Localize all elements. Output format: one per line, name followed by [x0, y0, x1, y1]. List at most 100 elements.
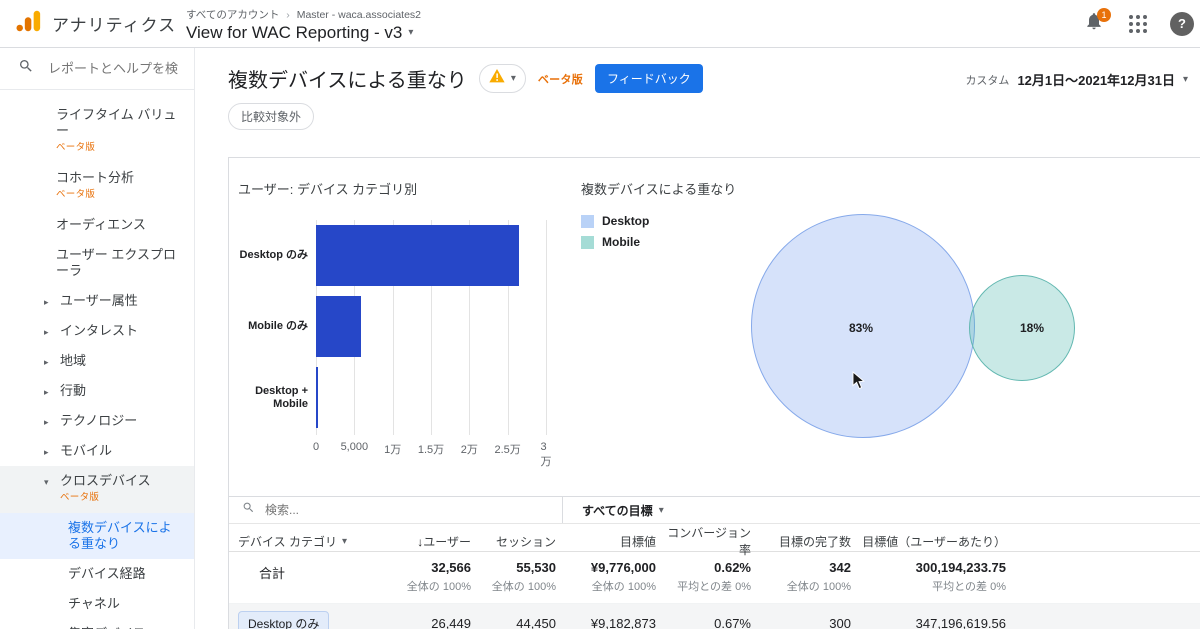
beta-badge: ベータ版 — [537, 73, 584, 86]
breadcrumb-account[interactable]: すべてのアカウント — [186, 9, 279, 21]
view-title: View for WAC Reporting - v3 — [186, 22, 403, 42]
total-sessions: 55,530 全体の 100% — [491, 560, 556, 593]
analytics-app: アナリティクス すべてのアカウント › Master - waca.associ… — [0, 0, 1200, 629]
feedback-button[interactable]: フィードバック — [595, 64, 703, 93]
sidebar-search-input[interactable] — [48, 61, 178, 76]
search-icon — [18, 58, 34, 79]
column-header-goal-completions[interactable]: 目標の完了数 — [753, 533, 853, 550]
sidebar-item-technology[interactable]: ▸ テクノロジー — [0, 406, 194, 436]
sidebar-item-device-paths[interactable]: デバイス経路 — [0, 559, 194, 589]
account-area: すべてのアカウント › Master - waca.associates2 Vi… — [186, 5, 1082, 43]
bar-desktop-only[interactable] — [316, 225, 519, 286]
sidebar-item-cohort[interactable]: コホート分析 ベータ版 — [0, 163, 194, 210]
search-icon — [242, 501, 255, 519]
sidebar-item-device-overlap[interactable]: 複数デバイスによる重なり — [0, 513, 194, 559]
chip-row: 比較対象外 — [195, 93, 1200, 130]
chevron-right-icon: ▸ — [44, 447, 49, 457]
warning-icon — [489, 69, 505, 88]
apps-grid-icon — [1129, 14, 1147, 33]
sidebar-item-user-explorer[interactable]: ユーザー エクスプローラ — [0, 240, 194, 286]
column-header-sessions[interactable]: セッション — [473, 533, 558, 550]
column-header-goal-value-per-user[interactable]: 目標値（ユーザーあたり） — [853, 533, 1008, 550]
cell-conversion-rate: 0.67% — [714, 616, 751, 629]
table-search-input[interactable] — [265, 503, 465, 517]
sidebar-item-cross-device[interactable]: ▾ クロスデバイス ベータ版 — [0, 466, 194, 513]
table-header-row: デバイス カテゴリ ▾ ↓ユーザー セッション 目標値 コンバージョン率 目標の… — [229, 524, 1200, 557]
logo[interactable]: アナリティクス — [0, 10, 186, 37]
chevron-right-icon: ▸ — [44, 387, 49, 397]
x-tick: 1.5万 — [417, 444, 445, 456]
apps-grid-button[interactable] — [1126, 12, 1150, 36]
bar-mobile-only[interactable] — [316, 296, 361, 357]
beta-badge: ベータ版 — [56, 189, 96, 200]
goal-filter-dropdown[interactable]: すべての目標 ▾ — [563, 497, 664, 523]
nav-label: 複数デバイスによる重なり — [68, 520, 172, 551]
sidebar: ライフタイム バリュー ベータ版 コホート分析 ベータ版 オーディエンス ユーザ… — [0, 48, 195, 629]
column-header-goal-value[interactable]: 目標値 — [558, 533, 658, 550]
nav-label: ライフタイム バリュー — [56, 107, 177, 138]
sidebar-item-acquisition-device[interactable]: 集客デバイス — [0, 619, 194, 629]
date-range-selector[interactable]: カスタム 12月1日〜2021年12月31日 ▾ — [965, 70, 1188, 89]
total-label: 合計 — [259, 566, 286, 581]
nav-label: 地域 — [60, 353, 87, 368]
table-row-desktop-only[interactable]: Desktop のみ 26,449 44,450 ¥9,182,873 0.67… — [229, 604, 1200, 629]
device-chip[interactable]: Desktop のみ — [238, 611, 330, 629]
nav-label: オーディエンス — [56, 217, 146, 232]
data-warning-dropdown[interactable]: ▾ — [478, 64, 526, 93]
topbar-actions: 1 ? — [1082, 7, 1200, 36]
sidebar-item-geo[interactable]: ▸ 地域 — [0, 346, 194, 376]
breadcrumb-property[interactable]: Master - waca.associates2 — [297, 9, 421, 21]
sidebar-item-lifetime-value[interactable]: ライフタイム バリュー ベータ版 — [0, 100, 194, 163]
nav-label: インタレスト — [60, 323, 139, 338]
nav-label: テクノロジー — [60, 413, 138, 428]
bar-row: Desktop + Mobile — [238, 362, 568, 433]
nav-label: チャネル — [68, 596, 120, 611]
sidebar-item-audience[interactable]: オーディエンス — [0, 210, 194, 240]
sidebar-item-behavior[interactable]: ▸ 行動 — [0, 376, 194, 406]
x-tick: 2万 — [460, 444, 478, 456]
nav-label: コホート分析 — [56, 170, 135, 185]
beta-badge: ベータ版 — [56, 142, 96, 153]
column-header-users[interactable]: ↓ユーザー — [403, 533, 473, 550]
bar-row: Desktop のみ — [238, 220, 568, 291]
total-goal-completions: 342 全体の 100% — [786, 560, 851, 593]
table-search[interactable] — [229, 497, 563, 523]
bar-desktop-mobile[interactable] — [316, 367, 319, 428]
cell-goal-value-per-user: 347,196,619.56 — [915, 616, 1006, 629]
sidebar-search[interactable] — [0, 48, 194, 90]
report-nav: ライフタイム バリュー ベータ版 コホート分析 ベータ版 オーディエンス ユーザ… — [0, 90, 194, 629]
chevron-down-icon: ▾ — [510, 73, 516, 84]
goal-filter-label: すべての目標 — [582, 503, 653, 518]
venn-chart-title: 複数デバイスによる重なり — [581, 182, 737, 197]
breadcrumb-separator-icon: › — [286, 8, 290, 21]
comparison-chip[interactable]: 比較対象外 — [228, 103, 315, 130]
sidebar-item-channels[interactable]: チャネル — [0, 589, 194, 619]
notification-badge: 1 — [1097, 7, 1111, 22]
sidebar-item-interests[interactable]: ▸ インタレスト — [0, 316, 194, 346]
column-header-conversion-rate[interactable]: コンバージョン率 — [658, 524, 753, 558]
bar-category-label: Mobile のみ — [248, 320, 308, 332]
help-button[interactable]: ? — [1170, 11, 1194, 36]
sidebar-item-demographics[interactable]: ▸ ユーザー属性 — [0, 286, 194, 316]
bar-chart-plot: Desktop のみ Mobile のみ Desktop + Mobile — [238, 220, 568, 435]
column-header-device-category[interactable]: デバイス カテゴリ ▾ — [229, 533, 403, 550]
top-bar: アナリティクス すべてのアカウント › Master - waca.associ… — [0, 0, 1200, 48]
chevron-down-icon: ▾ — [658, 504, 664, 516]
x-tick: 1万 — [384, 444, 402, 456]
legend-label: Desktop — [602, 214, 650, 228]
cell-goal-completions: 300 — [829, 616, 851, 629]
help-icon: ? — [1170, 11, 1194, 36]
chevron-down-icon: ▾ — [341, 535, 348, 547]
notifications-button[interactable]: 1 — [1082, 7, 1111, 36]
view-selector[interactable]: View for WAC Reporting - v3 ▾ — [186, 23, 1082, 43]
page-title: 複数デバイスによる重なり — [228, 70, 467, 92]
bar-chart-title: ユーザー: デバイス カテゴリ別 — [238, 182, 418, 197]
sidebar-item-mobile[interactable]: ▸ モバイル — [0, 436, 194, 466]
chevron-right-icon: ▸ — [44, 297, 49, 307]
table-total-row: 合計 32,566 全体の 100% 55,530 全体の 100% ¥9,77… — [229, 552, 1200, 604]
mouse-cursor-icon — [852, 371, 865, 395]
nav-label: クロスデバイス — [60, 473, 151, 488]
page-header: 複数デバイスによる重なり ▾ ベータ版 フィードバック カスタム 12月1日〜2… — [195, 48, 1200, 93]
total-conversion-rate: 0.62% 平均との差 0% — [677, 560, 751, 593]
chevron-right-icon: ▸ — [44, 357, 49, 367]
